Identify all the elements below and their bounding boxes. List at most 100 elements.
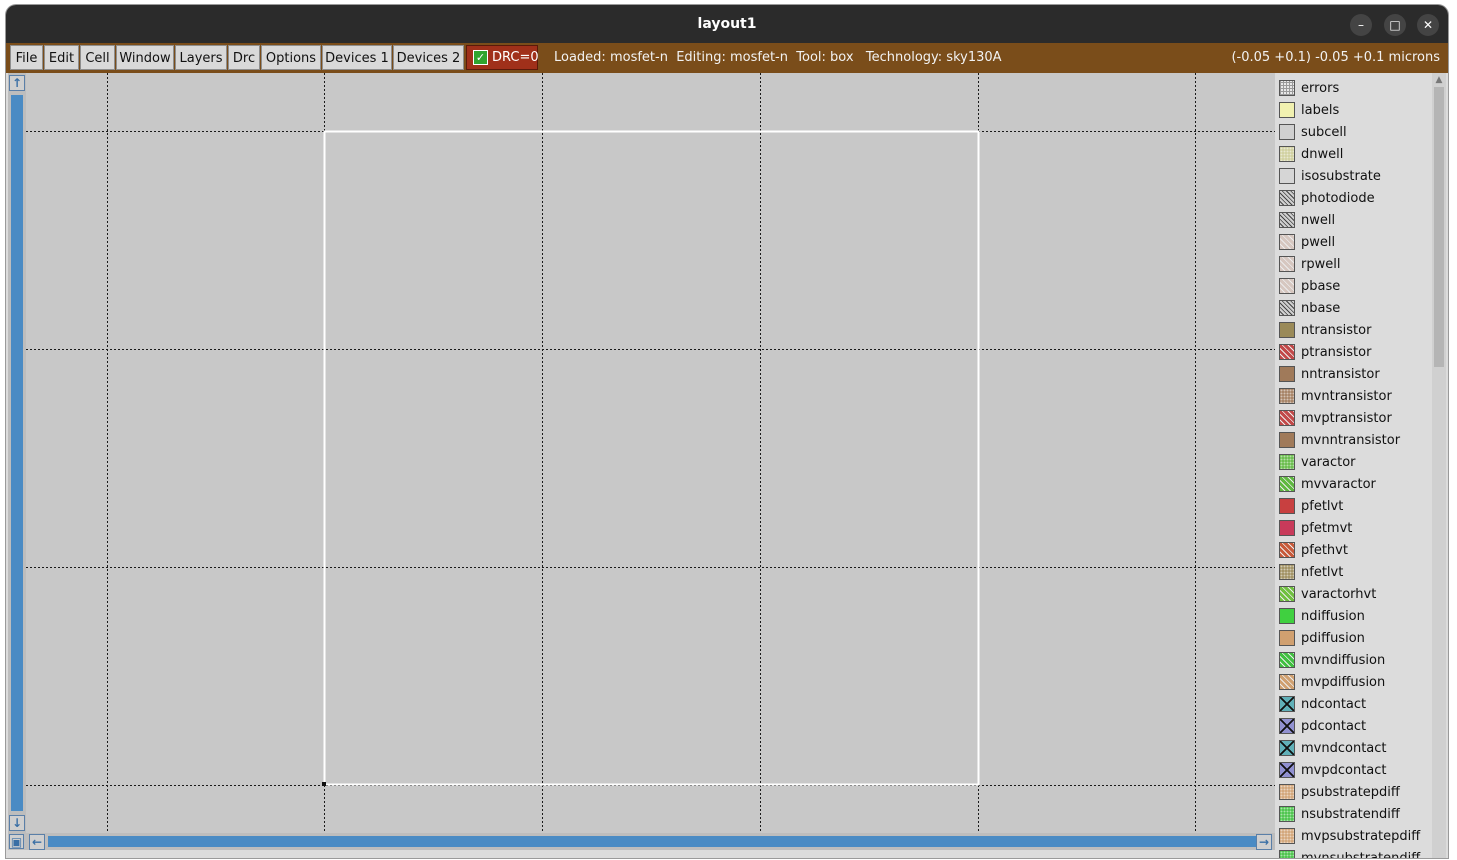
layer-row-mvntransistor[interactable]: mvntransistor xyxy=(1275,386,1432,408)
layer-row-psubstratepdiff[interactable]: psubstratepdiff xyxy=(1275,782,1432,804)
horizontal-scroll-thumb[interactable] xyxy=(48,836,1258,847)
magic-layout-window: layout1 – □ ✕ File Edit Cell Window Laye… xyxy=(6,5,1448,858)
layer-swatch-icon xyxy=(1279,168,1295,184)
layer-row-mvnntransistor[interactable]: mvnntransistor xyxy=(1275,430,1432,452)
layer-row-rpwell[interactable]: rpwell xyxy=(1275,254,1432,276)
layer-swatch-icon xyxy=(1279,190,1295,206)
layer-swatch-icon xyxy=(1279,476,1295,492)
layer-swatch-icon xyxy=(1279,124,1295,140)
title-bar[interactable]: layout1 – □ ✕ xyxy=(6,5,1448,43)
scroll-up-arrow-icon[interactable]: ↑ xyxy=(9,75,25,91)
scroll-up-arrow-icon[interactable]: ▲ xyxy=(1434,75,1444,85)
layer-row-mvndiffusion[interactable]: mvndiffusion xyxy=(1275,650,1432,672)
layer-row-dnwell[interactable]: dnwell xyxy=(1275,144,1432,166)
layer-row-mvvaractor[interactable]: mvvaractor xyxy=(1275,474,1432,496)
layer-row-pdcontact[interactable]: pdcontact xyxy=(1275,716,1432,738)
layer-swatch-icon xyxy=(1279,828,1295,844)
layer-row-errors[interactable]: errors xyxy=(1275,78,1432,100)
layer-row-nntransistor[interactable]: nntransistor xyxy=(1275,364,1432,386)
layer-swatch-icon xyxy=(1279,762,1295,778)
layer-row-nfetlvt[interactable]: nfetlvt xyxy=(1275,562,1432,584)
close-button[interactable]: ✕ xyxy=(1417,14,1439,36)
layer-row-pwell[interactable]: pwell xyxy=(1275,232,1432,254)
layer-row-pbase[interactable]: pbase xyxy=(1275,276,1432,298)
vertical-scrollbar[interactable]: ↑ ↓ xyxy=(8,73,26,833)
menu-devices-2[interactable]: Devices 2 xyxy=(393,45,464,70)
layer-swatch-icon xyxy=(1279,520,1295,536)
menu-window[interactable]: Window xyxy=(116,45,174,70)
layer-label: mvpdcontact xyxy=(1301,763,1387,778)
layer-label: nwell xyxy=(1301,213,1336,228)
layer-row-pfetmvt[interactable]: pfetmvt xyxy=(1275,518,1432,540)
layer-row-pdiffusion[interactable]: pdiffusion xyxy=(1275,628,1432,650)
layer-swatch-icon xyxy=(1279,80,1295,96)
layer-label: nntransistor xyxy=(1301,367,1380,382)
layer-row-isosubstrate[interactable]: isosubstrate xyxy=(1275,166,1432,188)
menu-layers[interactable]: Layers xyxy=(175,45,227,70)
layer-swatch-icon xyxy=(1279,784,1295,800)
menu-cell[interactable]: Cell xyxy=(80,45,115,70)
layer-label: isosubstrate xyxy=(1301,169,1381,184)
layer-row-pfethvt[interactable]: pfethvt xyxy=(1275,540,1432,562)
layer-label: dnwell xyxy=(1301,147,1344,162)
menu-edit[interactable]: Edit xyxy=(44,45,79,70)
layer-row-nwell[interactable]: nwell xyxy=(1275,210,1432,232)
layer-swatch-icon xyxy=(1279,498,1295,514)
layer-row-subcell[interactable]: subcell xyxy=(1275,122,1432,144)
menu-drc[interactable]: Drc xyxy=(228,45,260,70)
layer-row-ndiffusion[interactable]: ndiffusion xyxy=(1275,606,1432,628)
scroll-right-arrow-icon[interactable]: → xyxy=(1256,834,1272,850)
layer-label: ndcontact xyxy=(1301,697,1367,712)
layer-palette-scrollbar[interactable]: ▲ xyxy=(1432,73,1446,858)
layer-row-photodiode[interactable]: photodiode xyxy=(1275,188,1432,210)
layer-swatch-icon xyxy=(1279,652,1295,668)
scroll-left-arrow-icon[interactable]: ← xyxy=(29,834,45,850)
layer-row-mvpdcontact[interactable]: mvpdcontact xyxy=(1275,760,1432,782)
layer-label: mvpdiffusion xyxy=(1301,675,1386,690)
layer-row-nsubstratendiff[interactable]: nsubstratendiff xyxy=(1275,804,1432,826)
layer-row-ptransistor[interactable]: ptransistor xyxy=(1275,342,1432,364)
layer-row-mvpsubstratepdiff[interactable]: mvpsubstratepdiff xyxy=(1275,826,1432,848)
layer-label: pdiffusion xyxy=(1301,631,1365,646)
layer-swatch-icon xyxy=(1279,542,1295,558)
layout-canvas[interactable] xyxy=(26,73,1275,833)
scroll-corner: ▣ xyxy=(8,833,26,850)
selection-box[interactable] xyxy=(323,130,980,786)
layer-scroll-thumb[interactable] xyxy=(1434,87,1444,367)
layer-row-mvnsubstratendiff[interactable]: mvnsubstratendiff xyxy=(1275,848,1432,858)
layer-row-varactor[interactable]: varactor xyxy=(1275,452,1432,474)
scroll-down-arrow-icon[interactable]: ↓ xyxy=(9,815,25,831)
menu-devices-1[interactable]: Devices 1 xyxy=(322,45,392,70)
layer-label: pwell xyxy=(1301,235,1336,250)
layer-row-ndcontact[interactable]: ndcontact xyxy=(1275,694,1432,716)
drc-toggle[interactable]: ✓ DRC=0 xyxy=(466,45,539,70)
layer-row-ntransistor[interactable]: ntransistor xyxy=(1275,320,1432,342)
layer-row-varactorhvt[interactable]: varactorhvt xyxy=(1275,584,1432,606)
layer-swatch-icon xyxy=(1279,586,1295,602)
layer-row-mvpdiffusion[interactable]: mvpdiffusion xyxy=(1275,672,1432,694)
layer-swatch-icon xyxy=(1279,102,1295,118)
layer-row-mvptransistor[interactable]: mvptransistor xyxy=(1275,408,1432,430)
layer-swatch-icon xyxy=(1279,564,1295,580)
minimize-button[interactable]: – xyxy=(1350,14,1372,36)
layer-swatch-icon xyxy=(1279,278,1295,294)
layer-label: mvndiffusion xyxy=(1301,653,1386,668)
cursor-coordinates: (-0.05 +0.1) -0.05 +0.1 microns xyxy=(1231,50,1440,65)
menu-options[interactable]: Options xyxy=(261,45,321,70)
layer-label: pfethvt xyxy=(1301,543,1348,558)
maximize-button[interactable]: □ xyxy=(1384,14,1406,36)
layer-row-mvndcontact[interactable]: mvndcontact xyxy=(1275,738,1432,760)
menu-file[interactable]: File xyxy=(10,45,43,70)
layer-swatch-icon xyxy=(1279,630,1295,646)
layer-label: mvnsubstratendiff xyxy=(1301,848,1420,858)
layer-swatch-icon xyxy=(1279,850,1295,858)
layer-swatch-icon xyxy=(1279,300,1295,316)
vertical-scroll-thumb[interactable] xyxy=(11,95,23,811)
layer-row-nbase[interactable]: nbase xyxy=(1275,298,1432,320)
horizontal-scrollbar[interactable]: ← → xyxy=(26,833,1275,850)
layer-label: mvpsubstratepdiff xyxy=(1301,829,1421,844)
layer-label: mvndcontact xyxy=(1301,741,1387,756)
zoom-fit-icon[interactable]: ▣ xyxy=(9,834,24,849)
layer-row-pfetlvt[interactable]: pfetlvt xyxy=(1275,496,1432,518)
layer-row-labels[interactable]: labels xyxy=(1275,100,1432,122)
